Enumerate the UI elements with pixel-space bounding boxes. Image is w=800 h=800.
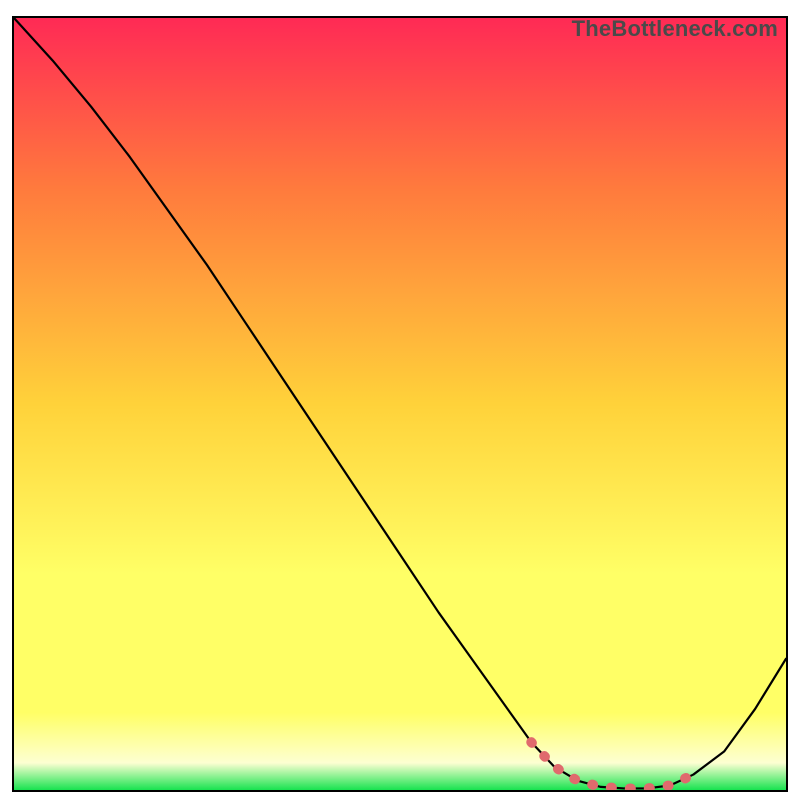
chart-plot: [14, 18, 786, 790]
chart-background-gradient: [14, 18, 786, 790]
chart-frame: TheBottleneck.com: [12, 16, 788, 792]
watermark-text: TheBottleneck.com: [572, 16, 778, 42]
